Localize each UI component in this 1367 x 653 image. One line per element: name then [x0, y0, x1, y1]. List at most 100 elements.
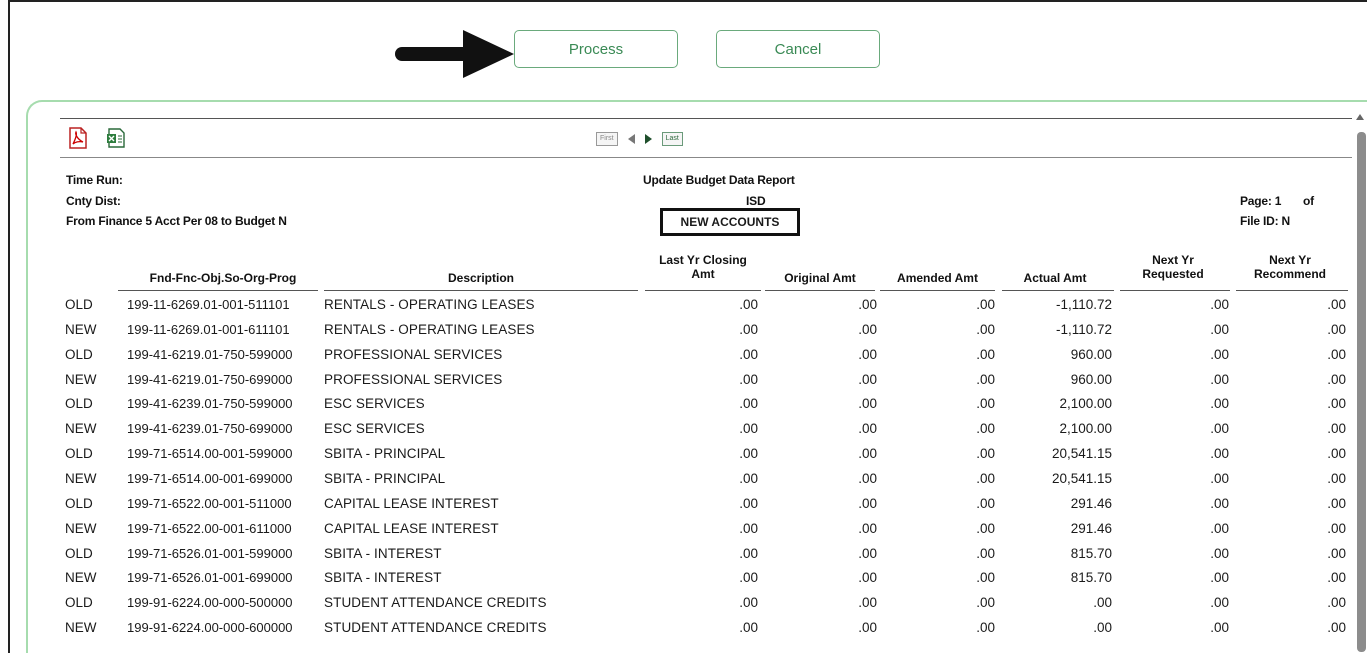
col-next-req-line2: Requested	[1142, 267, 1204, 281]
row-description: STUDENT ATTENDANCE CREDITS	[324, 595, 547, 611]
row-type: OLD	[65, 595, 93, 611]
row-amended-amt: .00	[976, 321, 995, 337]
row-original-amt: .00	[858, 570, 877, 586]
row-type: OLD	[65, 446, 93, 462]
excel-export-icon[interactable]	[106, 127, 126, 149]
row-amended-amt: .00	[976, 297, 995, 312]
row-type: NEW	[65, 620, 97, 636]
table-row: OLD 199-41-6219.01-750-599000 PROFESSIONAL…	[0, 347, 1367, 371]
row-amended-amt: .00	[976, 495, 995, 511]
row-description: RENTALS - OPERATING LEASES	[324, 321, 535, 337]
pdf-export-icon[interactable]	[68, 127, 88, 149]
row-type: OLD	[65, 545, 93, 561]
row-description: STUDENT ATTENDANCE CREDITS	[324, 620, 547, 636]
row-original-amt: .00	[858, 371, 877, 387]
col-description-underline	[324, 290, 638, 291]
row-description: SBITA - PRINCIPAL	[324, 470, 446, 486]
col-next-rec-underline	[1236, 290, 1348, 291]
district-name: ISD	[746, 194, 766, 208]
row-next-requested: .00	[1210, 520, 1229, 536]
cnty-dist-label: Cnty Dist:	[66, 194, 121, 208]
table-row: NEW 199-11-6269.01-001-611101 RENTALS - OP…	[0, 322, 1367, 346]
table-row: NEW 199-41-6239.01-750-699000 ESC SERVICES…	[0, 421, 1367, 445]
col-next-recommend: Next Yr Recommend	[1238, 253, 1342, 281]
col-last-yr-line1: Last Yr Closing	[659, 253, 747, 267]
row-type: OLD	[65, 396, 93, 412]
row-account: 199-71-6526.01-001-699000	[127, 570, 293, 586]
row-type: OLD	[65, 346, 93, 362]
scroll-up-icon[interactable]	[1356, 114, 1364, 120]
row-description: RENTALS - OPERATING LEASES	[324, 297, 535, 312]
cancel-button[interactable]: Cancel	[716, 30, 880, 68]
process-button[interactable]: Process	[514, 30, 678, 68]
row-next-requested: .00	[1210, 545, 1229, 561]
row-original-amt: .00	[858, 346, 877, 362]
row-account: 199-71-6522.00-001-611000	[127, 520, 292, 536]
row-actual-amt: .00	[1093, 620, 1112, 636]
row-type: NEW	[65, 520, 97, 536]
row-account: 199-41-6219.01-750-699000	[127, 371, 293, 387]
row-type: OLD	[65, 297, 93, 312]
row-description: PROFESSIONAL SERVICES	[324, 346, 503, 362]
row-original-amt: .00	[858, 297, 877, 312]
table-row: OLD 199-41-6239.01-750-599000 ESC SERVICES…	[0, 396, 1367, 420]
table-row: OLD 199-11-6269.01-001-511101 RENTALS - OP…	[0, 297, 1367, 321]
row-next-recommend: .00	[1327, 421, 1346, 437]
table-row: NEW 199-91-6224.00-000-600000 STUDENT ATTE…	[0, 620, 1367, 644]
row-account: 199-41-6239.01-750-599000	[127, 396, 293, 412]
toolbar-bottom-divider	[60, 157, 1352, 158]
row-next-requested: .00	[1210, 346, 1229, 362]
row-account: 199-91-6224.00-000-500000	[127, 595, 293, 611]
row-actual-amt: -1,110.72	[1055, 297, 1112, 312]
row-next-requested: .00	[1210, 321, 1229, 337]
time-run-label: Time Run:	[66, 173, 123, 187]
row-amended-amt: .00	[976, 396, 995, 412]
row-type: NEW	[65, 321, 97, 337]
row-account: 199-71-6522.00-001-511000	[127, 495, 292, 511]
row-account: 199-41-6219.01-750-599000	[127, 346, 293, 362]
row-next-requested: .00	[1210, 595, 1229, 611]
row-last-yr-amt: .00	[739, 297, 758, 312]
row-actual-amt: 2,100.00	[1059, 396, 1112, 412]
page-of-label: of	[1303, 194, 1314, 208]
row-original-amt: .00	[858, 545, 877, 561]
report-title: Update Budget Data Report	[643, 173, 795, 187]
row-next-recommend: .00	[1327, 297, 1346, 312]
row-actual-amt: 815.70	[1070, 570, 1112, 586]
row-next-recommend: .00	[1327, 570, 1346, 586]
from-period-label: From Finance 5 Acct Per 08 to Budget N	[66, 214, 287, 228]
row-actual-amt: 815.70	[1070, 545, 1112, 561]
vertical-scrollbar[interactable]	[1354, 110, 1367, 653]
row-type: NEW	[65, 421, 97, 437]
last-page-button[interactable]: Last	[661, 132, 683, 146]
next-page-icon[interactable]	[644, 134, 652, 144]
row-actual-amt: 20,541.15	[1051, 470, 1112, 486]
toolbar-top-divider	[60, 118, 1352, 119]
row-next-recommend: .00	[1327, 545, 1346, 561]
row-next-requested: .00	[1210, 421, 1229, 437]
scroll-thumb[interactable]	[1357, 132, 1366, 652]
col-last-yr: Last Yr Closing Amt	[645, 253, 761, 281]
row-actual-amt: .00	[1093, 595, 1112, 611]
row-amended-amt: .00	[976, 545, 995, 561]
row-actual-amt: 291.46	[1070, 520, 1112, 536]
table-row: OLD 199-71-6526.01-001-599000 SBITA - INTE…	[0, 546, 1367, 570]
row-last-yr-amt: .00	[739, 470, 758, 486]
row-type: NEW	[65, 570, 97, 586]
col-amended-underline	[880, 290, 995, 291]
row-description: ESC SERVICES	[324, 396, 425, 412]
col-account-underline	[118, 290, 318, 291]
row-account: 199-71-6514.00-001-699000	[127, 470, 293, 486]
first-page-button[interactable]: First	[596, 132, 618, 146]
table-row: NEW 199-41-6219.01-750-699000 PROFESSIONAL…	[0, 372, 1367, 396]
col-actual: Actual Amt	[1023, 271, 1087, 285]
row-actual-amt: -1,110.72	[1055, 321, 1112, 337]
col-original-underline	[765, 290, 875, 291]
row-next-requested: .00	[1210, 297, 1229, 312]
row-description: SBITA - PRINCIPAL	[324, 446, 446, 462]
row-next-recommend: .00	[1327, 520, 1346, 536]
previous-page-icon[interactable]	[627, 134, 635, 144]
row-description: ESC SERVICES	[324, 421, 425, 437]
row-last-yr-amt: .00	[739, 346, 758, 362]
row-next-recommend: .00	[1327, 620, 1346, 636]
